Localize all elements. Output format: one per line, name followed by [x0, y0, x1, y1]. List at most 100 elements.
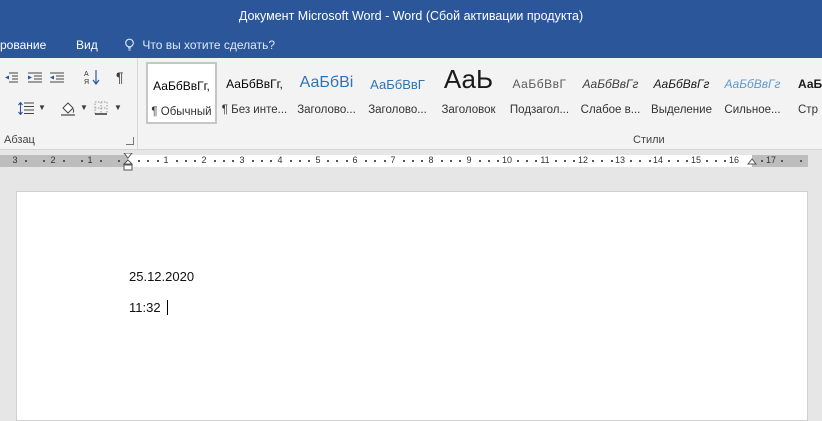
style-emphasis[interactable]: АаБбВвГг Выделение [646, 62, 717, 124]
tab-layout[interactable]: рование [0, 38, 46, 52]
ruler-tick [668, 160, 670, 162]
ruler-number: 16 [728, 155, 739, 165]
style-preview: АаБбВвГг [653, 77, 710, 91]
ruler-tick [214, 160, 216, 162]
ribbon-tabs: рование Вид Что вы хотите сделать? [0, 33, 822, 58]
ruler-tick [497, 160, 499, 162]
increase-indent-icon[interactable] [28, 72, 42, 84]
ruler-tick [100, 160, 102, 162]
tell-me-box[interactable]: Что вы хотите сделать? [124, 38, 275, 52]
ruler-number: 5 [315, 155, 321, 165]
chevron-down-icon[interactable]: ▼ [38, 103, 46, 112]
ruler-tick [761, 160, 763, 162]
indent-marker-icon[interactable] [123, 153, 133, 171]
style-preview: АаЬ [443, 64, 494, 94]
ruler-tick [336, 160, 338, 162]
ruler-tick [327, 160, 329, 162]
ruler-number: 1 [87, 155, 93, 165]
ruler-tick [639, 160, 641, 162]
borders-icon[interactable] [94, 101, 108, 115]
ruler-tick [365, 160, 367, 162]
style-name: Слабое в... [580, 104, 641, 116]
ruler-number: 12 [577, 155, 588, 165]
text-cursor [166, 300, 168, 315]
ruler-tick [384, 160, 386, 162]
style-intense-emphasis[interactable]: АаБбВвГг Сильное... [717, 62, 788, 124]
ruler-tick [252, 160, 254, 162]
style-name: Заголово... [297, 104, 356, 116]
right-indent-marker-icon[interactable] [747, 158, 757, 168]
ruler-tick [232, 160, 234, 162]
style-heading-2[interactable]: АаБбВвГ Заголово... [362, 62, 433, 124]
style-normal[interactable]: АаБбВвГг, ¶ Обычный [146, 62, 217, 124]
time-line: 11:32 [129, 300, 168, 315]
style-preview: АаБбВі [299, 74, 354, 91]
style-heading-1[interactable]: АаБбВі Заголово... [291, 62, 362, 124]
ruler-tick [573, 160, 575, 162]
dialog-launcher-icon[interactable] [126, 137, 134, 145]
ruler-tick [176, 160, 178, 162]
pilcrow-icon[interactable]: ¶ [116, 69, 124, 85]
ruler-tick [706, 160, 708, 162]
ruler-tick [43, 160, 45, 162]
ribbon: А Я ¶ ▼ ▼ ▼ Абзац АаБбВвГг, ¶ Обычный Аа… [0, 58, 822, 150]
ruler-number: 7 [390, 155, 396, 165]
style-subtitle[interactable]: АаБбВвГ Подзагол... [504, 62, 575, 124]
ruler-tick [346, 160, 348, 162]
ruler-number: 2 [50, 155, 56, 165]
ruler-tick [686, 160, 688, 162]
ruler-tick [724, 160, 726, 162]
date-text: 25.12.2020 [129, 269, 195, 284]
ruler-tick [223, 160, 225, 162]
ruler-number: 3 [12, 155, 18, 165]
paragraph-group: А Я ¶ ▼ ▼ ▼ Абзац [0, 58, 138, 150]
style-name: Стр [798, 104, 818, 116]
horizontal-ruler[interactable]: 3 2 1 1 2 3 4 5 6 7 8 9 10 11 12 13 14 1… [0, 150, 822, 172]
document-page[interactable]: 25.12.2020 11:32 [16, 191, 808, 421]
ruler-tick [649, 160, 651, 162]
indent-icon[interactable] [50, 72, 64, 84]
ruler-tick [147, 160, 149, 162]
style-preview: АаБбВвГг [582, 77, 639, 91]
style-preview: АаБбВвГг, [153, 79, 210, 93]
ruler-number: 3 [239, 155, 245, 165]
title-bar: Документ Microsoft Word - Word (Сбой акт… [0, 0, 822, 33]
style-no-spacing[interactable]: АаБбВвГг, ¶ Без инте... [219, 62, 290, 124]
tab-view[interactable]: Вид [76, 38, 98, 52]
ruler-tick [81, 160, 83, 162]
style-name: Заголово... [368, 104, 427, 116]
sort-icon[interactable]: А Я [84, 69, 100, 85]
ruler-tick [564, 160, 566, 162]
document-workspace: 25.12.2020 11:32 [0, 172, 822, 421]
chevron-down-icon[interactable]: ▼ [114, 103, 122, 112]
ruler-tick [270, 160, 272, 162]
ruler-number: 13 [614, 155, 625, 165]
ruler-tick [403, 160, 405, 162]
ruler-number: 2 [201, 155, 207, 165]
decrease-indent-icon[interactable] [4, 72, 18, 84]
ruler-tick [601, 160, 603, 162]
ruler-tick [535, 160, 537, 162]
style-name: Выделение [651, 104, 712, 116]
style-preview: АаБ [798, 77, 822, 91]
ruler-tick [185, 160, 187, 162]
ruler-number: 8 [428, 155, 434, 165]
ruler-number: 1 [163, 155, 169, 165]
style-name: Подзагол... [509, 104, 570, 116]
ruler-tick [421, 160, 423, 162]
line-spacing-icon[interactable] [18, 102, 34, 115]
chevron-down-icon[interactable]: ▼ [80, 103, 88, 112]
style-title[interactable]: АаЬ Заголовок [433, 62, 504, 124]
style-preview: АаБбВвГ [512, 77, 567, 91]
ruler-tick [517, 160, 519, 162]
ruler-tick [479, 160, 481, 162]
style-name: Сильное... [724, 104, 781, 116]
style-strong[interactable]: АаБ Стр [788, 62, 822, 124]
ruler-number: 15 [690, 155, 701, 165]
ruler-number: 9 [466, 155, 472, 165]
shading-icon[interactable] [60, 100, 76, 116]
style-subtle-emphasis[interactable]: АаБбВвГг Слабое в... [575, 62, 646, 124]
ruler-tick [261, 160, 263, 162]
ruler-tick [611, 160, 613, 162]
window-title: Документ Microsoft Word - Word (Сбой акт… [238, 9, 584, 23]
